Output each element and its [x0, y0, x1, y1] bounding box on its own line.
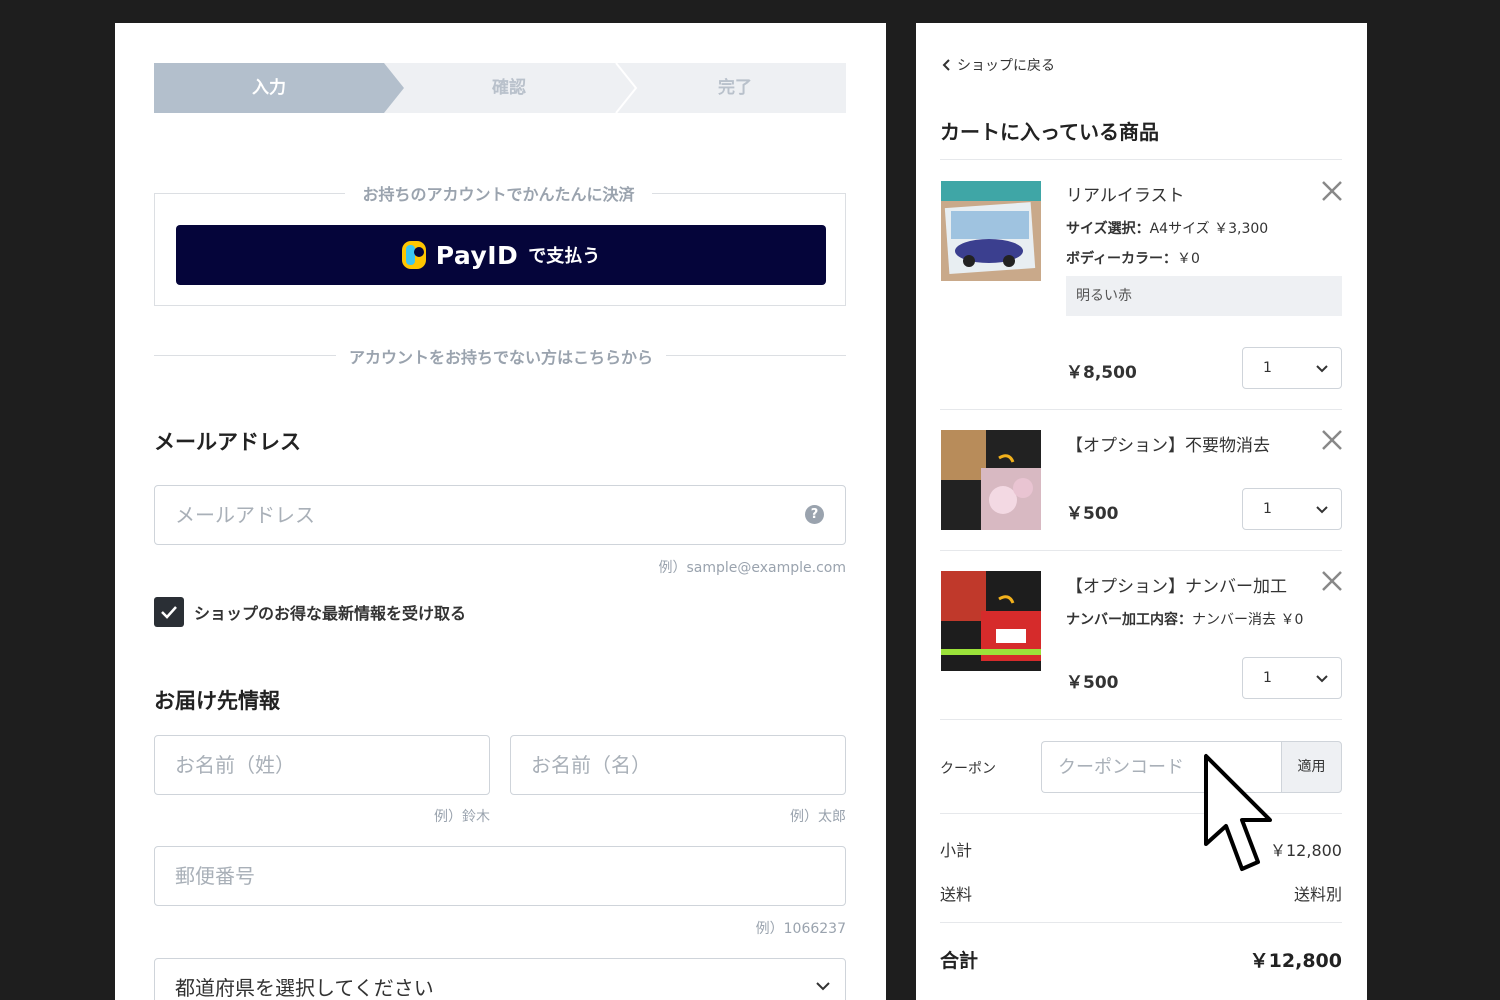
postal-code-input[interactable]	[154, 846, 846, 906]
shipping-section-title: お届け先情報	[154, 689, 280, 713]
help-icon[interactable]: ?	[805, 505, 824, 524]
item-option-label: ナンバー加工内容：	[1066, 612, 1192, 628]
item-thumbnail	[941, 430, 1041, 530]
payid-logo-icon	[401, 239, 430, 271]
payid-brand-text: PayID	[435, 240, 519, 270]
payid-button-suffix: で支払う	[528, 246, 601, 267]
total-label: 合計	[940, 950, 979, 972]
checkout-form-panel: 入力 確認 完了 お持ちのアカウントでかんたんに決済 PayID で支払う アカ…	[115, 23, 886, 1000]
subtotal-row: 小計 ￥12,800	[940, 837, 1342, 861]
checkmark-icon	[161, 606, 177, 619]
first-name-input[interactable]	[510, 735, 846, 795]
no-account-divider-text: アカウントをお持ちでない方はこちらから	[336, 344, 666, 368]
item-option-label: サイズ選択：	[1066, 221, 1150, 237]
prefecture-select-value: 都道府県を選択してください	[175, 976, 434, 1000]
cart-panel: ショップに戻る カートに入っている商品 リアルイラスト サイズ選択：A4サイズ …	[916, 23, 1367, 1000]
divider	[940, 813, 1342, 814]
chevron-left-icon	[942, 59, 950, 71]
back-to-shop-link[interactable]: ショップに戻る	[942, 55, 1055, 75]
subtotal-label: 小計	[940, 841, 973, 860]
payid-section: お持ちのアカウントでかんたんに決済 PayID で支払う	[154, 181, 846, 306]
postal-code-hint: 例）1066237	[755, 921, 846, 937]
cart-title: カートに入っている商品	[940, 120, 1159, 144]
email-hint: 例）sample@example.com	[658, 560, 846, 576]
item-option-value: A4サイズ ￥3,300	[1149, 221, 1269, 237]
newsletter-checkbox[interactable]	[154, 597, 184, 627]
item-option-value: ￥0	[1177, 251, 1200, 267]
remove-item-button[interactable]	[1321, 429, 1343, 451]
divider	[940, 922, 1342, 923]
last-name-input[interactable]	[154, 735, 490, 795]
item-option: サイズ選択：A4サイズ ￥3,300	[1066, 218, 1268, 238]
item-name: 【オプション】ナンバー加工	[1066, 577, 1287, 597]
first-name-hint: 例）太郎	[790, 809, 846, 825]
email-input[interactable]	[154, 485, 846, 545]
item-option-label: ボディーカラー：	[1066, 251, 1178, 267]
divider	[940, 159, 1342, 160]
chevron-down-icon	[1316, 506, 1328, 514]
checkout-stepper: 入力 確認 完了	[154, 63, 846, 113]
step-input: 入力	[252, 78, 286, 98]
chevron-down-icon	[1316, 675, 1328, 683]
shipping-fee-value: 送料別	[1293, 885, 1342, 904]
quantity-select[interactable]: 1	[1242, 657, 1342, 699]
prefecture-select[interactable]: 都道府県を選択してください	[154, 958, 846, 1000]
item-price: ￥500	[1066, 673, 1119, 693]
apply-coupon-button[interactable]: 適用	[1281, 741, 1342, 793]
payid-pay-button[interactable]: PayID で支払う	[176, 225, 826, 285]
item-name: リアルイラスト	[1066, 186, 1185, 206]
close-icon	[1322, 430, 1342, 450]
item-price: ￥8,500	[1066, 363, 1137, 383]
back-to-shop-label: ショップに戻る	[957, 58, 1055, 74]
no-account-divider: アカウントをお持ちでない方はこちらから	[154, 344, 846, 368]
remove-item-button[interactable]	[1321, 570, 1343, 592]
item-option: ナンバー加工内容：ナンバー消去 ￥0	[1066, 609, 1303, 629]
last-name-hint: 例）鈴木	[434, 809, 490, 825]
quantity-value: 1	[1263, 360, 1272, 376]
shipping-fee-label: 送料	[940, 885, 973, 904]
item-name: 【オプション】不要物消去	[1066, 436, 1270, 456]
quantity-select[interactable]: 1	[1242, 488, 1342, 530]
newsletter-label: ショップのお得な最新情報を受け取る	[194, 604, 467, 623]
item-option: ボディーカラー：￥0	[1066, 248, 1200, 268]
subtotal-value: ￥12,800	[1270, 841, 1342, 860]
item-price: ￥500	[1066, 504, 1119, 524]
remove-item-button[interactable]	[1321, 180, 1343, 202]
step-complete: 完了	[718, 78, 752, 98]
total-row: 合計 ￥12,800	[940, 946, 1342, 973]
item-color-note: 明るい赤	[1066, 276, 1342, 316]
email-section-title: メールアドレス	[154, 430, 301, 454]
payid-legend: お持ちのアカウントでかんたんに決済	[345, 181, 652, 205]
chevron-down-icon	[816, 982, 830, 991]
item-option-value: ナンバー消去 ￥0	[1192, 612, 1304, 628]
divider	[940, 409, 1342, 410]
divider	[940, 719, 1342, 720]
mouse-cursor-icon	[1204, 754, 1272, 871]
close-icon	[1322, 181, 1342, 201]
quantity-select[interactable]: 1	[1242, 347, 1342, 389]
shipping-fee-row: 送料 送料別	[940, 881, 1342, 905]
quantity-value: 1	[1263, 501, 1272, 517]
coupon-label: クーポン	[940, 761, 996, 777]
close-icon	[1322, 571, 1342, 591]
step-confirm: 確認	[492, 78, 526, 98]
divider	[940, 550, 1342, 551]
item-thumbnail	[941, 571, 1041, 671]
newsletter-row: ショップのお得な最新情報を受け取る	[154, 597, 466, 627]
item-thumbnail	[941, 181, 1041, 281]
quantity-value: 1	[1263, 670, 1272, 686]
total-value: ￥12,800	[1249, 950, 1342, 972]
chevron-down-icon	[1316, 365, 1328, 373]
